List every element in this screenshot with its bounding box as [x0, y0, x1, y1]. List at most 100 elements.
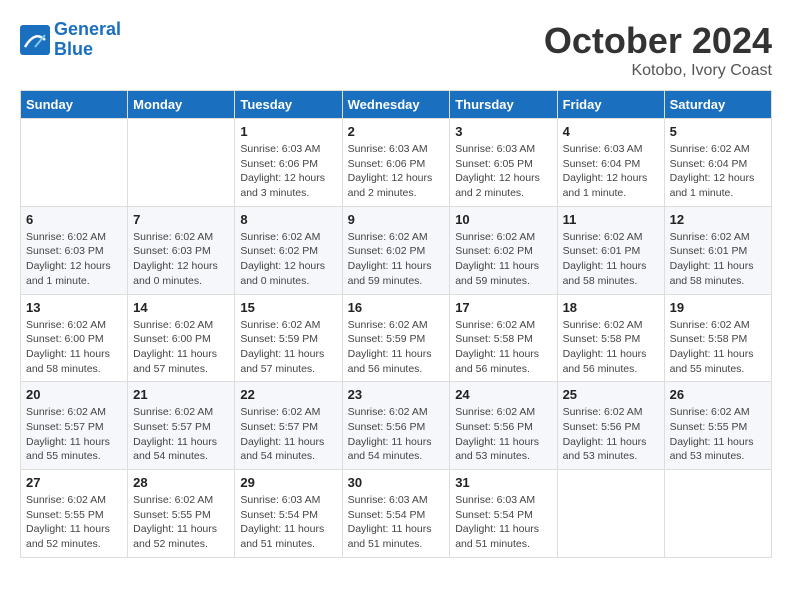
calendar-cell: 9Sunrise: 6:02 AM Sunset: 6:02 PM Daylig… [342, 206, 450, 294]
day-number: 22 [240, 387, 336, 402]
col-header-sunday: Sunday [21, 91, 128, 119]
col-header-thursday: Thursday [450, 91, 557, 119]
calendar-cell [21, 119, 128, 207]
day-number: 20 [26, 387, 122, 402]
calendar-cell: 13 Sunrise: 6:02 AM Sunset: 6:00 PM Dayli… [21, 294, 128, 382]
day-number: 15 [240, 300, 336, 315]
day-number: 1 [240, 124, 336, 139]
calendar-cell: 17 Sunrise: 6:02 AM Sunset: 5:58 PM Dayli… [450, 294, 557, 382]
day-info: Sunrise: 6:02 AM Sunset: 6:00 PM Dayligh… [26, 318, 122, 377]
calendar-cell [128, 119, 235, 207]
day-number: 30 [348, 475, 445, 490]
title-area: October 2024 Kotobo, Ivory Coast [544, 20, 772, 80]
calendar-cell: 1 Sunrise: 6:03 AM Sunset: 6:06 PM Daylig… [235, 119, 342, 207]
calendar-cell: 10Sunrise: 6:02 AM Sunset: 6:02 PM Dayli… [450, 206, 557, 294]
calendar-cell: 8 Sunrise: 6:02 AM Sunset: 6:02 PM Daylig… [235, 206, 342, 294]
day-info: Sunrise: 6:02 AM Sunset: 6:03 PM Dayligh… [133, 230, 229, 289]
calendar-cell: 18Sunrise: 6:02 AM Sunset: 5:58 PM Dayli… [557, 294, 664, 382]
month-title: October 2024 [544, 20, 772, 62]
calendar-cell: 20 Sunrise: 6:02 AM Sunset: 5:57 PM Dayli… [21, 382, 128, 470]
logo-line1: General [54, 19, 121, 39]
calendar-week-4: 20 Sunrise: 6:02 AM Sunset: 5:57 PM Dayli… [21, 382, 772, 470]
day-info: Sunrise: 6:02 AM Sunset: 5:57 PM Dayligh… [240, 405, 336, 464]
calendar-cell: 14Sunrise: 6:02 AM Sunset: 6:00 PM Dayli… [128, 294, 235, 382]
calendar-cell: 27 Sunrise: 6:02 AM Sunset: 5:55 PM Dayli… [21, 470, 128, 558]
col-header-wednesday: Wednesday [342, 91, 450, 119]
calendar-week-3: 13 Sunrise: 6:02 AM Sunset: 6:00 PM Dayli… [21, 294, 772, 382]
day-number: 12 [670, 212, 766, 227]
day-number: 23 [348, 387, 445, 402]
day-info: Sunrise: 6:02 AM Sunset: 5:56 PM Dayligh… [348, 405, 445, 464]
day-info: Sunrise: 6:02 AM Sunset: 5:58 PM Dayligh… [455, 318, 551, 377]
day-info: Sunrise: 6:02 AM Sunset: 6:01 PM Dayligh… [563, 230, 659, 289]
day-number: 8 [240, 212, 336, 227]
day-info: Sunrise: 6:02 AM Sunset: 5:56 PM Dayligh… [455, 405, 551, 464]
day-info: Sunrise: 6:02 AM Sunset: 6:01 PM Dayligh… [670, 230, 766, 289]
calendar-cell: 4 Sunrise: 6:03 AM Sunset: 6:04 PM Daylig… [557, 119, 664, 207]
day-number: 6 [26, 212, 122, 227]
day-number: 16 [348, 300, 445, 315]
calendar-cell [557, 470, 664, 558]
calendar-week-5: 27 Sunrise: 6:02 AM Sunset: 5:55 PM Dayli… [21, 470, 772, 558]
day-number: 28 [133, 475, 229, 490]
calendar-cell: 7 Sunrise: 6:02 AM Sunset: 6:03 PM Daylig… [128, 206, 235, 294]
calendar-cell: 26 Sunrise: 6:02 AM Sunset: 5:55 PM Dayli… [664, 382, 771, 470]
day-info: Sunrise: 6:03 AM Sunset: 5:54 PM Dayligh… [240, 493, 336, 552]
day-info: Sunrise: 6:02 AM Sunset: 5:59 PM Dayligh… [348, 318, 445, 377]
calendar-cell [664, 470, 771, 558]
day-number: 14 [133, 300, 229, 315]
logo-icon [20, 25, 50, 55]
day-number: 21 [133, 387, 229, 402]
day-info: Sunrise: 6:03 AM Sunset: 6:06 PM Dayligh… [348, 142, 445, 201]
day-number: 17 [455, 300, 551, 315]
day-number: 24 [455, 387, 551, 402]
calendar-cell: 16 Sunrise: 6:02 AM Sunset: 5:59 PM Dayli… [342, 294, 450, 382]
day-number: 29 [240, 475, 336, 490]
day-info: Sunrise: 6:02 AM Sunset: 5:58 PM Dayligh… [670, 318, 766, 377]
col-header-tuesday: Tuesday [235, 91, 342, 119]
calendar-cell: 29 Sunrise: 6:03 AM Sunset: 5:54 PM Dayli… [235, 470, 342, 558]
day-info: Sunrise: 6:02 AM Sunset: 6:02 PM Dayligh… [240, 230, 336, 289]
calendar-cell: 22 Sunrise: 6:02 AM Sunset: 5:57 PM Dayli… [235, 382, 342, 470]
day-number: 5 [670, 124, 766, 139]
day-info: Sunrise: 6:03 AM Sunset: 5:54 PM Dayligh… [348, 493, 445, 552]
day-info: Sunrise: 6:03 AM Sunset: 5:54 PM Dayligh… [455, 493, 551, 552]
day-info: Sunrise: 6:03 AM Sunset: 6:06 PM Dayligh… [240, 142, 336, 201]
day-number: 27 [26, 475, 122, 490]
logo-line2: Blue [54, 39, 93, 59]
day-info: Sunrise: 6:03 AM Sunset: 6:05 PM Dayligh… [455, 142, 551, 201]
location-subtitle: Kotobo, Ivory Coast [544, 62, 772, 80]
day-info: Sunrise: 6:02 AM Sunset: 5:55 PM Dayligh… [26, 493, 122, 552]
col-header-friday: Friday [557, 91, 664, 119]
calendar-cell: 19Sunrise: 6:02 AM Sunset: 5:58 PM Dayli… [664, 294, 771, 382]
calendar-cell: 30 Sunrise: 6:03 AM Sunset: 5:54 PM Dayli… [342, 470, 450, 558]
calendar-cell: 2 Sunrise: 6:03 AM Sunset: 6:06 PM Daylig… [342, 119, 450, 207]
day-info: Sunrise: 6:02 AM Sunset: 5:57 PM Dayligh… [26, 405, 122, 464]
calendar-week-2: 6 Sunrise: 6:02 AM Sunset: 6:03 PM Daylig… [21, 206, 772, 294]
calendar-cell: 15Sunrise: 6:02 AM Sunset: 5:59 PM Dayli… [235, 294, 342, 382]
day-info: Sunrise: 6:02 AM Sunset: 5:55 PM Dayligh… [670, 405, 766, 464]
calendar-cell: 23 Sunrise: 6:02 AM Sunset: 5:56 PM Dayli… [342, 382, 450, 470]
day-number: 7 [133, 212, 229, 227]
logo: General Blue [20, 20, 121, 60]
header: General Blue October 2024 Kotobo, Ivory … [20, 20, 772, 80]
calendar-cell: 21 Sunrise: 6:02 AM Sunset: 5:57 PM Dayli… [128, 382, 235, 470]
logo-text: General Blue [54, 20, 121, 60]
day-info: Sunrise: 6:02 AM Sunset: 5:58 PM Dayligh… [563, 318, 659, 377]
day-info: Sunrise: 6:02 AM Sunset: 6:04 PM Dayligh… [670, 142, 766, 201]
day-info: Sunrise: 6:03 AM Sunset: 6:04 PM Dayligh… [563, 142, 659, 201]
day-number: 25 [563, 387, 659, 402]
calendar-cell: 31Sunrise: 6:03 AM Sunset: 5:54 PM Dayli… [450, 470, 557, 558]
day-number: 10 [455, 212, 551, 227]
calendar-table: SundayMondayTuesdayWednesdayThursdayFrid… [20, 90, 772, 558]
day-number: 26 [670, 387, 766, 402]
calendar-cell: 25Sunrise: 6:02 AM Sunset: 5:56 PM Dayli… [557, 382, 664, 470]
day-number: 2 [348, 124, 445, 139]
calendar-header-row: SundayMondayTuesdayWednesdayThursdayFrid… [21, 91, 772, 119]
day-number: 13 [26, 300, 122, 315]
day-number: 4 [563, 124, 659, 139]
calendar-cell: 3 Sunrise: 6:03 AM Sunset: 6:05 PM Daylig… [450, 119, 557, 207]
day-info: Sunrise: 6:02 AM Sunset: 5:57 PM Dayligh… [133, 405, 229, 464]
day-number: 3 [455, 124, 551, 139]
day-info: Sunrise: 6:02 AM Sunset: 5:55 PM Dayligh… [133, 493, 229, 552]
